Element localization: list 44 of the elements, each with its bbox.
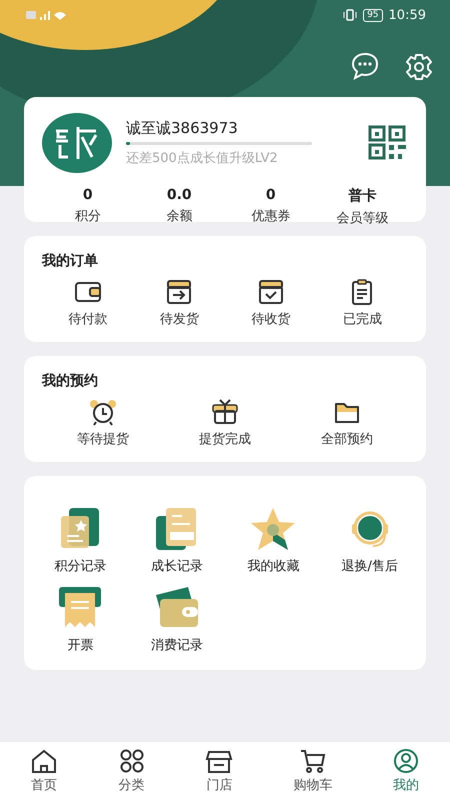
signal-icon: [26, 9, 66, 21]
invoice-service-button[interactable]: 开票: [32, 585, 128, 654]
line-icon: [88, 398, 118, 426]
user-tab[interactable]: 我的: [386, 747, 426, 795]
user-name: 诚至诚3863973: [126, 119, 239, 138]
tab-icon: [118, 748, 146, 774]
tab-icon: [392, 748, 420, 774]
support-service-button[interactable]: 退换/售后: [322, 506, 418, 575]
done-order-button[interactable]: 已完成: [342, 278, 382, 328]
stat-label: 积分: [74, 208, 101, 225]
stat-value: 0: [266, 187, 276, 203]
folder-booking-button[interactable]: 全部预约: [321, 398, 373, 448]
stat-value: 0: [82, 187, 93, 203]
alarm-booking-button[interactable]: 等待提货: [77, 398, 129, 448]
grid-tab[interactable]: 分类: [112, 747, 152, 795]
upgrade-hint: 还差500点成长值升级LV2: [126, 150, 279, 167]
receive-order-button[interactable]: 待收货: [251, 278, 290, 328]
section-title: 我的订单: [42, 252, 99, 270]
tab-icon: [298, 748, 327, 774]
store-tab[interactable]: 门店: [199, 747, 240, 795]
stat-label: 会员等级: [336, 210, 388, 227]
points-service-button[interactable]: 积分记录: [32, 506, 128, 575]
cart-tab[interactable]: 购物车: [287, 747, 338, 795]
message-icon[interactable]: [350, 52, 380, 80]
status-time: 10:59: [388, 8, 426, 22]
home-tab[interactable]: 首页: [24, 747, 64, 795]
stat-value: 普卡: [348, 187, 376, 205]
battery-indicator: 95: [363, 8, 383, 22]
vibrate-icon: [343, 9, 358, 21]
section-title: 我的预约: [42, 372, 99, 390]
stat-value: 0.0: [166, 187, 192, 203]
stat-label: 优惠券: [251, 208, 290, 225]
qr-code-icon[interactable]: [368, 125, 408, 161]
star-service-button[interactable]: 我的收藏: [225, 506, 322, 575]
tab-icon: [30, 748, 58, 774]
settings-icon[interactable]: [404, 52, 434, 82]
ship-order-button[interactable]: 待发货: [160, 278, 199, 328]
card-service-button[interactable]: 消费记录: [128, 585, 225, 654]
gift-booking-button[interactable]: 提货完成: [199, 398, 251, 448]
growth-service-button[interactable]: 成长记录: [128, 506, 225, 575]
line-icon: [210, 398, 240, 426]
stat-label: 余额: [166, 208, 192, 225]
tab-icon: [205, 748, 234, 774]
wallet-order-button[interactable]: 待付款: [68, 278, 108, 328]
